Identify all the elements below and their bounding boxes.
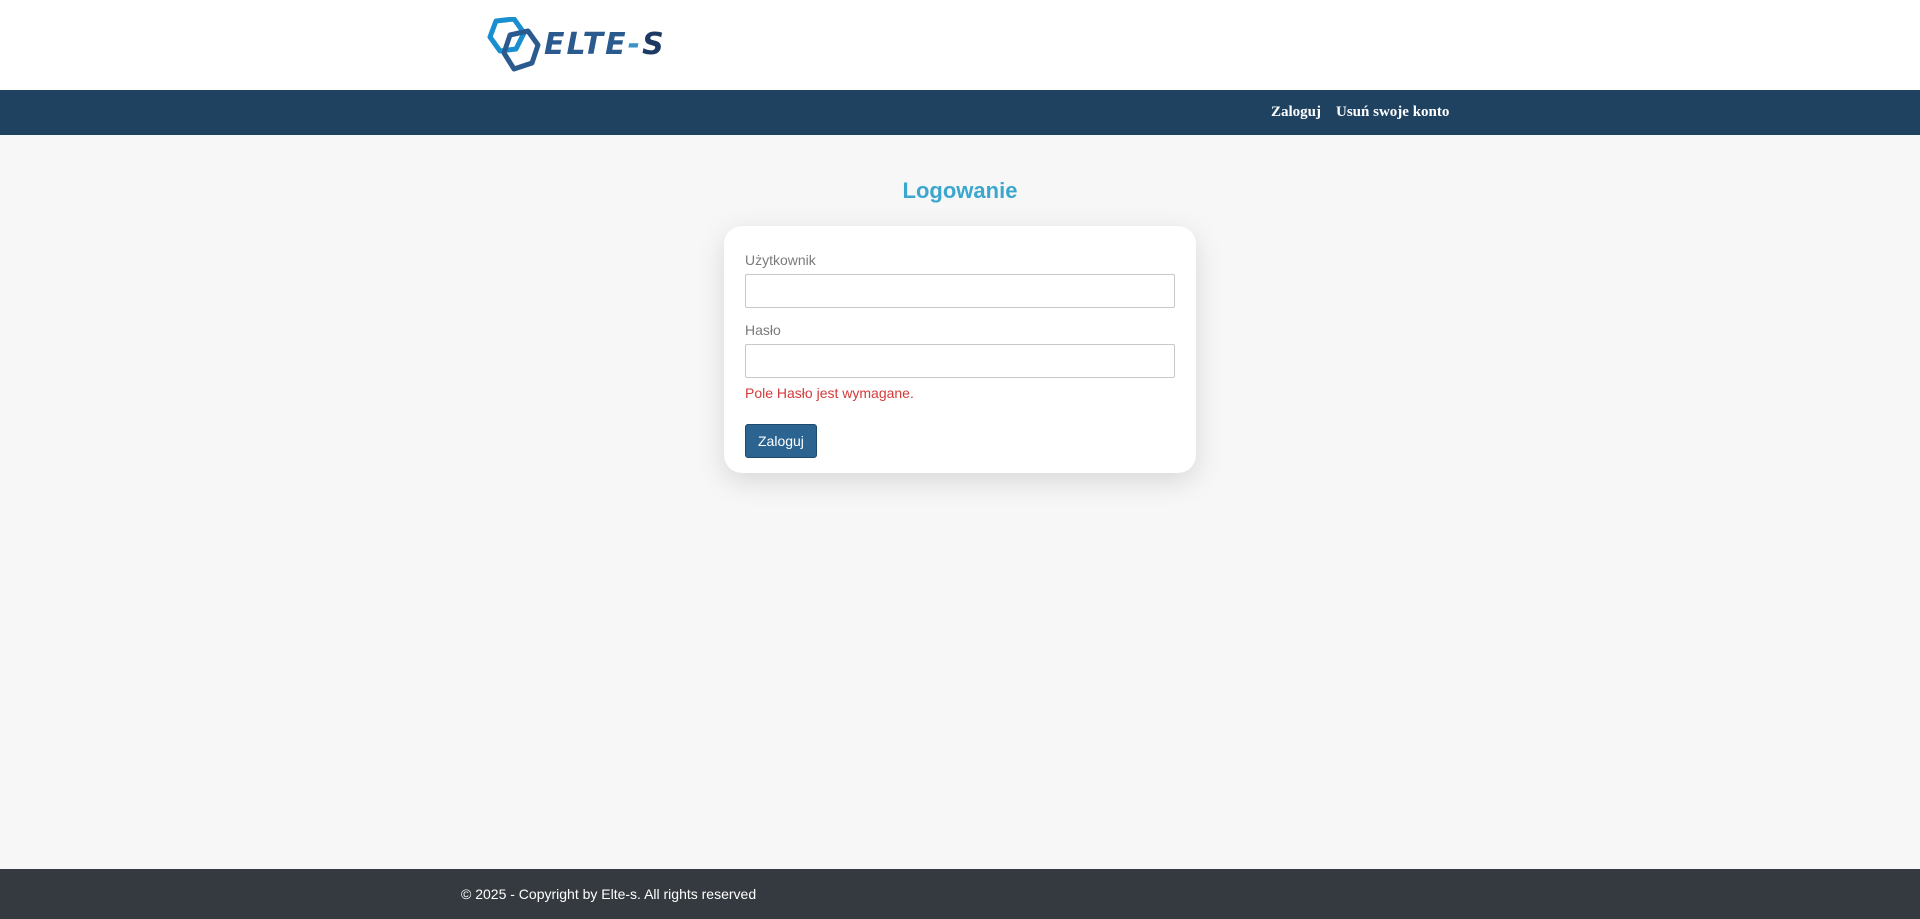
password-label: Hasło xyxy=(745,322,781,338)
page-title: Logowanie xyxy=(902,178,1018,203)
hexagon-logo-icon xyxy=(487,17,541,72)
username-group: Użytkownik xyxy=(745,250,1175,308)
copyright-text: © 2025 - Copyright by Elte-s. All rights… xyxy=(461,886,757,902)
password-group: Hasło Pole Hasło jest wymagane. xyxy=(745,320,1175,403)
site-logo[interactable]: ELTE-S xyxy=(486,16,666,74)
login-submit-button[interactable]: Zaloguj xyxy=(745,424,817,458)
site-footer: © 2025 - Copyright by Elte-s. All rights… xyxy=(0,869,1920,919)
username-label: Użytkownik xyxy=(745,252,816,268)
login-form-card: Użytkownik Hasło Pole Hasło jest wymagan… xyxy=(724,226,1196,473)
password-error-message: Pole Hasło jest wymagane. xyxy=(745,385,914,401)
top-navbar: Zaloguj Usuń swoje konto xyxy=(0,90,1920,135)
username-input[interactable] xyxy=(745,274,1175,308)
page: ELTE-S Zaloguj Usuń swoje konto Logowani… xyxy=(0,0,1920,919)
nav-delete-account-link[interactable]: Usuń swoje konto xyxy=(1336,104,1449,121)
logo-text: ELTE-S xyxy=(544,27,666,62)
site-header: ELTE-S xyxy=(0,0,1920,90)
password-input[interactable] xyxy=(745,344,1175,378)
nav-login-link[interactable]: Zaloguj xyxy=(1271,104,1321,121)
nav-links: Zaloguj Usuń swoje konto xyxy=(1271,90,1464,135)
